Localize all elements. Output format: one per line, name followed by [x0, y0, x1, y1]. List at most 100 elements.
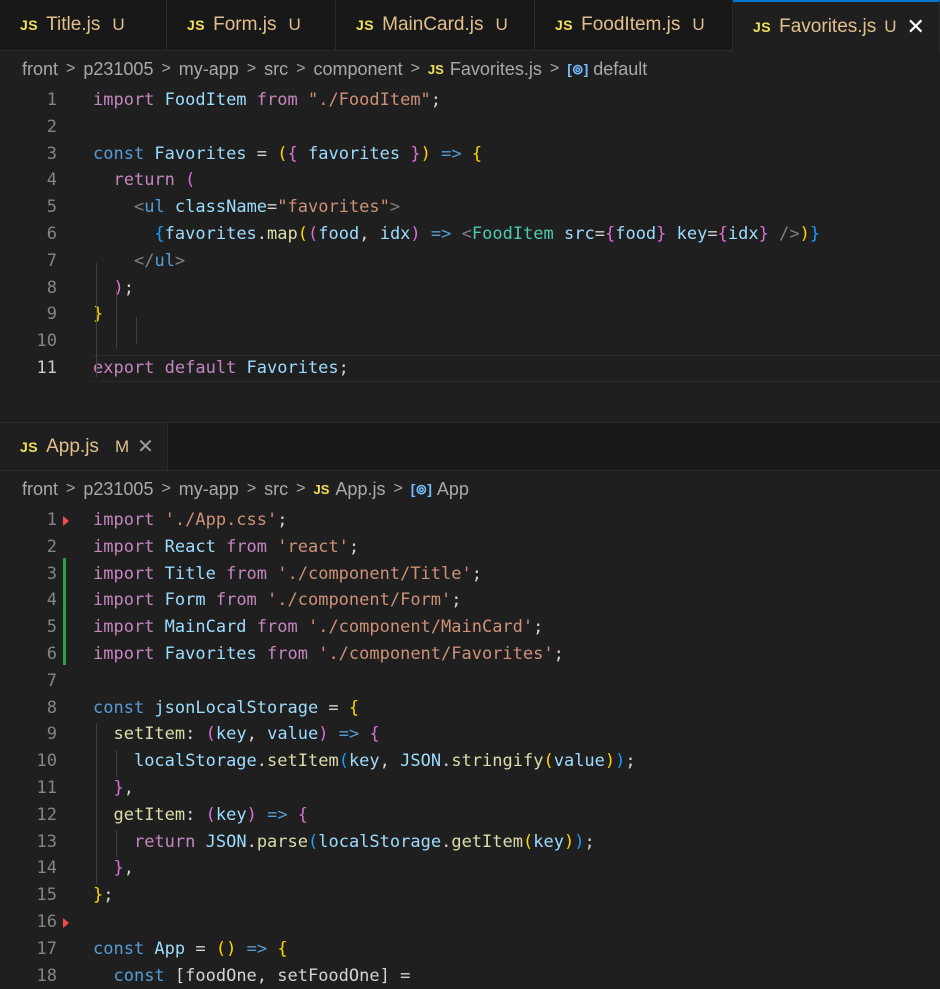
git-deletion-marker[interactable] [63, 516, 69, 526]
code-token: const [93, 143, 155, 164]
breadcrumb-symbol[interactable]: App [437, 479, 469, 500]
breadcrumb-item[interactable]: p231005 [83, 59, 153, 80]
code-line[interactable]: 5 <ul className="favorites"> [0, 194, 940, 221]
code-line[interactable]: 10 [0, 328, 940, 355]
code-token: React [164, 536, 216, 557]
code-token: setItem [267, 751, 339, 772]
code-line[interactable]: 5 import MainCard from './component/MainC… [0, 614, 940, 641]
breadcrumb-item[interactable]: p231005 [83, 479, 153, 500]
code-token: Form [164, 590, 206, 611]
tab-title-js[interactable]: JS Title.js U [0, 0, 167, 50]
code-token: from [246, 90, 308, 110]
code-line[interactable]: 4 import Form from './component/Form'; [0, 587, 940, 614]
code-token: './component/MainCard' [307, 617, 534, 638]
close-icon[interactable]: ✕ [137, 437, 154, 457]
line-number: 11 [36, 777, 57, 798]
breadcrumb-item[interactable]: front [22, 59, 58, 80]
indent-guide [136, 317, 137, 344]
code-editor-app[interactable]: 1 import './App.css'; 2 import React from '… [0, 507, 940, 986]
line-number: 12 [36, 804, 57, 825]
javascript-file-icon: JS [427, 61, 444, 77]
code-line[interactable]: 14 }, [0, 855, 940, 882]
code-token: [foodOne, setFoodOne] = [174, 965, 421, 986]
code-line[interactable]: 10 localStorage.setItem(key, JSON.string… [0, 748, 940, 775]
code-token: from [256, 643, 319, 664]
line-number: 4 [46, 170, 57, 191]
breadcrumb-item[interactable]: my-app [179, 479, 239, 500]
code-token: => [420, 223, 462, 244]
code-line[interactable]: 7 [0, 668, 940, 695]
code-line[interactable]: 13 return JSON.parse(localStorage.getIte… [0, 829, 940, 856]
code-token: ) [226, 938, 237, 959]
breadcrumb-item[interactable]: component [314, 59, 403, 80]
tab-label: Form.js [213, 14, 277, 35]
line-number: 2 [46, 536, 57, 557]
breadcrumb-symbol[interactable]: default [593, 59, 647, 80]
code-line[interactable]: 18 const [foodOne, setFoodOne] = [0, 963, 940, 989]
code-line[interactable]: 2 import React from 'react'; [0, 534, 940, 561]
code-line[interactable]: 1 import './App.css'; [0, 507, 940, 534]
code-line[interactable]: 11 export default Favorites; [0, 354, 940, 382]
code-line[interactable]: 16 [0, 909, 940, 936]
breadcrumb-item[interactable]: front [22, 479, 58, 500]
code-line[interactable]: 9} [0, 301, 940, 328]
code-token: ; [584, 831, 595, 852]
code-token: favorites [164, 223, 257, 244]
code-line[interactable]: 15}; [0, 882, 940, 909]
code-line[interactable]: 9 setItem: (key, value) => { [0, 721, 940, 748]
javascript-file-icon: JS [356, 17, 375, 33]
code-line[interactable]: 6 import Favorites from './component/Favo… [0, 641, 940, 668]
code-editor-favorites[interactable]: 1 import FoodItem from "./FoodItem"; 2 3 con… [0, 87, 940, 387]
code-token: = [246, 143, 278, 164]
breadcrumb-item[interactable]: src [264, 59, 288, 80]
tab-app-js[interactable]: JS App.js M ✕ [0, 423, 168, 470]
code-line[interactable]: 3 import Title from './component/Title'; [0, 561, 940, 588]
breadcrumb-file[interactable]: App.js [335, 479, 385, 500]
symbol-variable-icon: [⊚] [410, 480, 432, 497]
close-icon[interactable]: ✕ [907, 15, 925, 38]
tab-favorites-js[interactable]: JS Favorites.js U ✕ [733, 0, 940, 51]
code-line[interactable]: 6 {favorites.map((food, idx) => <FoodIte… [0, 221, 940, 248]
code-token: ; [277, 510, 288, 530]
code-token: = [707, 223, 718, 244]
code-token: localStorage [133, 751, 257, 772]
code-token: food [615, 223, 657, 244]
breadcrumb-item[interactable]: my-app [179, 59, 239, 80]
untracked-badge: U [288, 15, 301, 34]
line-number: 6 [46, 223, 57, 244]
tab-fooditem-js[interactable]: JS FoodItem.js U [535, 0, 733, 50]
git-deletion-marker[interactable] [63, 918, 69, 928]
code-token: = [267, 197, 278, 218]
code-line[interactable]: 1 import FoodItem from "./FoodItem"; [0, 87, 940, 114]
line-number: 11 [36, 357, 57, 378]
tab-maincard-js[interactable]: JS MainCard.js U [336, 0, 535, 50]
code-line[interactable]: 2 [0, 114, 940, 141]
code-token: = [594, 223, 605, 244]
line-number: 13 [36, 831, 57, 852]
javascript-file-icon: JS [753, 18, 772, 35]
tab-form-js[interactable]: JS Form.js U [167, 0, 336, 50]
code-token: ( [308, 223, 319, 244]
code-token: ; [348, 536, 360, 557]
code-line[interactable]: 7 </ul> [0, 248, 940, 275]
untracked-badge: U [495, 15, 508, 34]
code-line[interactable]: 3 const Favorites = ({ favorites }) => { [0, 141, 940, 168]
code-line[interactable]: 4 return ( [0, 167, 940, 194]
code-token: ) [246, 804, 257, 825]
line-number: 14 [36, 858, 57, 879]
code-token: , [379, 751, 401, 772]
code-line[interactable]: 11 }, [0, 775, 940, 802]
code-token: key [215, 724, 247, 745]
git-added-lines-marker[interactable] [63, 558, 66, 665]
chevron-right-icon: > [246, 480, 257, 497]
code-line[interactable]: 8 ); [0, 275, 940, 302]
code-line[interactable]: 12 getItem: (key) => { [0, 802, 940, 829]
code-line[interactable]: 8 const jsonLocalStorage = { [0, 695, 940, 722]
line-number: 8 [46, 697, 57, 718]
code-line[interactable]: 17 const App = () => { [0, 936, 940, 963]
breadcrumb-file[interactable]: Favorites.js [450, 59, 542, 80]
code-token: ; [471, 563, 482, 584]
breadcrumb-item[interactable]: src [264, 479, 288, 500]
code-token: ; [625, 751, 636, 772]
